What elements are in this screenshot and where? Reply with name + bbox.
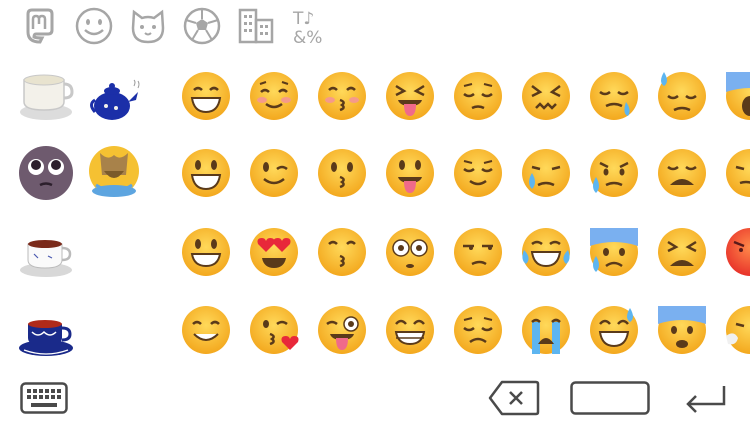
- loudly-crying-emoji[interactable]: [520, 304, 572, 356]
- joy-emoji[interactable]: [520, 226, 572, 278]
- grinning-squint-eyes-emoji[interactable]: [180, 70, 232, 122]
- winking-tongue-emoji[interactable]: [316, 304, 368, 356]
- smiling-blush-emoji[interactable]: [248, 70, 300, 122]
- red-tea-cup-emoji[interactable]: [18, 236, 74, 280]
- fearful-emoji[interactable]: [656, 304, 708, 356]
- building-icon[interactable]: [236, 6, 276, 46]
- kissing-emoji[interactable]: [316, 147, 368, 199]
- confounded-emoji[interactable]: [520, 70, 572, 122]
- cat-face-icon[interactable]: [128, 6, 168, 46]
- unamused-partial-emoji[interactable]: [724, 147, 750, 199]
- tongue-out-emoji[interactable]: [384, 147, 436, 199]
- symbols-top-text: T♪: [292, 9, 314, 29]
- smiley-icon[interactable]: [74, 6, 114, 46]
- keyboard-icon[interactable]: [20, 382, 68, 414]
- kissing-closed-eyes-emoji[interactable]: [316, 226, 368, 278]
- crying-cat-emoji[interactable]: [86, 145, 142, 201]
- screaming-emoji[interactable]: [724, 70, 750, 122]
- tired-emoji[interactable]: [656, 226, 708, 278]
- white-tea-cup-emoji[interactable]: [18, 68, 74, 124]
- kissing-smiling-eyes-emoji[interactable]: [316, 70, 368, 122]
- backspace-icon[interactable]: [488, 380, 540, 416]
- disappointed-relieved-emoji[interactable]: [588, 147, 640, 199]
- pensive-emoji[interactable]: [452, 70, 504, 122]
- soccer-ball-icon[interactable]: [182, 6, 222, 46]
- crying-emoji[interactable]: [520, 147, 572, 199]
- wink-emoji[interactable]: [248, 147, 300, 199]
- cold-face-partial-emoji[interactable]: [724, 304, 750, 356]
- cold-sweat-emoji[interactable]: [588, 226, 640, 278]
- enter-icon[interactable]: [684, 384, 728, 414]
- symbols-bottom-text: &%: [293, 28, 322, 46]
- relieved-emoji[interactable]: [452, 147, 504, 199]
- smiley-emoji[interactable]: [180, 147, 232, 199]
- space-key[interactable]: [570, 381, 650, 415]
- mastodon-icon[interactable]: [20, 6, 60, 46]
- angry-emoji[interactable]: [724, 226, 750, 278]
- blue-porcelain-cup-emoji[interactable]: [18, 318, 74, 358]
- sleepy-emoji[interactable]: [588, 70, 640, 122]
- category-tab-bar: T♪ &%: [0, 0, 750, 52]
- pleading-face-emoji[interactable]: [18, 145, 74, 201]
- unamused-emoji[interactable]: [452, 226, 504, 278]
- smiling-emoji[interactable]: [180, 304, 232, 356]
- heart-eyes-emoji[interactable]: [248, 226, 300, 278]
- symbols-icon[interactable]: T♪ &%: [290, 6, 330, 46]
- grinning-sweat-emoji[interactable]: [588, 304, 640, 356]
- flushed-emoji[interactable]: [384, 226, 436, 278]
- grinning-emoji[interactable]: [180, 226, 232, 278]
- downcast-sweat-emoji[interactable]: [656, 70, 708, 122]
- squinting-tongue-emoji[interactable]: [384, 70, 436, 122]
- blowing-kiss-emoji[interactable]: [248, 304, 300, 356]
- disappointed-emoji[interactable]: [452, 304, 504, 356]
- beaming-emoji[interactable]: [384, 304, 436, 356]
- blue-teapot-emoji[interactable]: [86, 78, 142, 122]
- weary-emoji[interactable]: [656, 147, 708, 199]
